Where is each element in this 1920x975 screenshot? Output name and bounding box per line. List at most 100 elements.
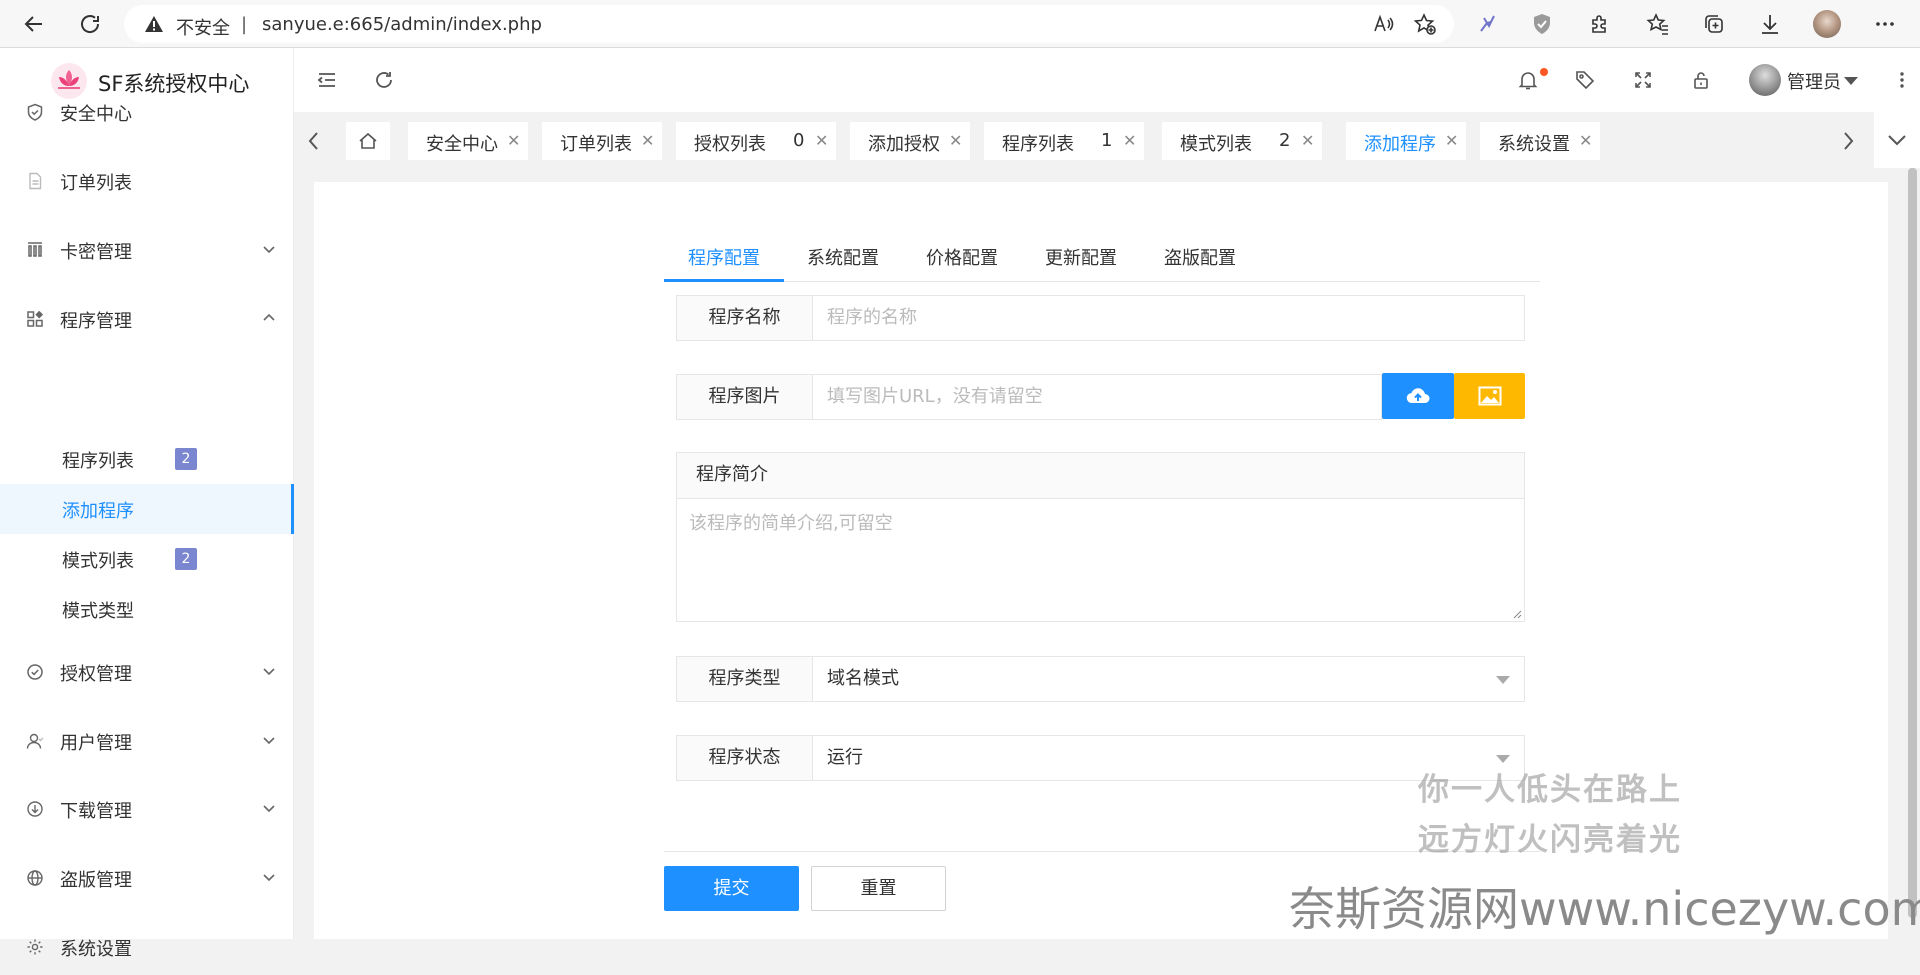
form-tabs: 程序配置 系统配置 价格配置 更新配置 盗版配置 <box>664 230 1540 282</box>
tab-system-config[interactable]: 系统配置 <box>807 244 879 270</box>
read-aloud-icon[interactable] <box>1372 13 1394 35</box>
sidebar-item-security-center[interactable]: 安全中心 <box>0 84 294 140</box>
submit-button[interactable]: 提交 <box>664 866 799 911</box>
tab-add-program[interactable]: 添加程序 ✕ <box>1346 122 1466 160</box>
back-arrow-icon[interactable] <box>22 12 46 36</box>
apps-icon <box>26 310 44 328</box>
sidebar-item-card-management[interactable]: 卡密管理 <box>0 222 294 278</box>
more-vertical-icon[interactable] <box>1891 69 1913 91</box>
sidebar-item-label: 盗版管理 <box>60 870 132 891</box>
gear-icon <box>26 938 44 956</box>
refresh-icon[interactable] <box>373 69 395 91</box>
tab-order-list[interactable]: 订单列表 ✕ <box>542 122 662 160</box>
profile-avatar[interactable] <box>1813 10 1841 38</box>
document-icon <box>26 172 44 190</box>
tag-icon[interactable] <box>1574 69 1596 91</box>
tabs-prev-icon[interactable] <box>308 131 320 151</box>
bell-icon[interactable] <box>1517 69 1539 91</box>
url-text[interactable]: sanyue.e:665/admin/index.php <box>262 14 542 35</box>
program-image-placeholder: 填写图片URL，没有请留空 <box>827 386 1043 407</box>
tab-label: 系统设置 <box>1498 134 1570 155</box>
avatar[interactable] <box>1749 64 1781 96</box>
sidebar-subitem-mode-type[interactable]: 模式类型 <box>0 584 294 634</box>
program-image-input[interactable]: 填写图片URL，没有请留空 <box>812 374 1382 420</box>
tab-program-list[interactable]: 程序列表 1 ✕ <box>984 122 1144 160</box>
sidebar-item-user-management[interactable]: 用户管理 <box>0 713 294 769</box>
sidebar-subitem-add-program[interactable]: 添加程序 <box>0 484 294 534</box>
tab-security-center[interactable]: 安全中心 ✕ <box>408 122 528 160</box>
notification-dot <box>1540 68 1548 76</box>
close-icon[interactable]: ✕ <box>641 131 654 150</box>
grid-icon <box>26 241 44 259</box>
count-badge: 2 <box>175 448 197 470</box>
collections-icon[interactable] <box>1702 12 1726 36</box>
fullscreen-icon[interactable] <box>1632 69 1654 91</box>
sidebar-item-piracy-management[interactable]: 盗版管理 <box>0 850 294 906</box>
insecure-label: 不安全 <box>176 18 230 39</box>
download-icon <box>26 800 44 818</box>
program-intro-label: 程序简介 <box>677 453 1524 499</box>
sidebar-item-program-management[interactable]: 程序管理 <box>0 291 294 347</box>
sidebar-subitem-mode-list[interactable]: 模式列表 2 <box>0 534 294 584</box>
scrollbar-thumb[interactable] <box>1908 168 1917 918</box>
close-icon[interactable]: ✕ <box>1445 131 1458 150</box>
close-icon[interactable]: ✕ <box>1301 131 1314 150</box>
program-intro-textarea[interactable]: 该程序的简单介绍,可留空 <box>677 499 1524 545</box>
tab-system-settings[interactable]: 系统设置 ✕ <box>1480 122 1600 160</box>
sidebar-item-system-settings[interactable]: 系统设置 <box>0 919 294 975</box>
sidebar-item-label: 用户管理 <box>60 733 132 754</box>
address-bar[interactable]: 不安全 | sanyue.e:665/admin/index.php <box>124 5 1454 43</box>
program-intro-placeholder: 该程序的简单介绍,可留空 <box>689 513 893 534</box>
tab-label: 模式列表 <box>1180 134 1252 155</box>
tab-price-config[interactable]: 价格配置 <box>926 244 998 270</box>
program-name-label: 程序名称 <box>676 295 813 341</box>
program-name-input[interactable]: 程序的名称 <box>812 295 1525 341</box>
tab-update-config[interactable]: 更新配置 <box>1045 244 1117 270</box>
collapse-menu-icon[interactable] <box>316 69 338 91</box>
downloads-icon[interactable] <box>1758 12 1782 36</box>
extension-hand-icon[interactable] <box>1476 12 1500 36</box>
tabs-dropdown-button[interactable] <box>1874 112 1920 168</box>
tab-label: 授权列表 <box>694 134 766 155</box>
favorites-icon[interactable] <box>1646 12 1670 36</box>
warning-icon[interactable] <box>144 15 164 33</box>
tab-piracy-config[interactable]: 盗版配置 <box>1164 244 1236 270</box>
sidebar-subitem-label: 添加程序 <box>62 501 134 522</box>
user-name[interactable]: 管理员 <box>1787 68 1841 94</box>
count-badge: 2 <box>175 548 197 570</box>
program-status-value: 运行 <box>827 747 863 768</box>
program-name-row: 程序名称 程序的名称 <box>676 295 1525 341</box>
close-icon[interactable]: ✕ <box>815 131 828 150</box>
tab-program-config[interactable]: 程序配置 <box>688 244 760 270</box>
caret-down-icon[interactable] <box>1844 77 1858 85</box>
favorite-add-icon[interactable] <box>1414 13 1436 35</box>
lock-icon[interactable] <box>1690 69 1712 91</box>
shield-icon <box>26 103 44 121</box>
close-icon[interactable]: ✕ <box>1123 131 1136 150</box>
tab-home[interactable] <box>346 122 390 160</box>
upload-image-button[interactable] <box>1382 373 1454 419</box>
tab-auth-list[interactable]: 授权列表 0 ✕ <box>676 122 836 160</box>
lyric-line: 你一人低头在路上 <box>1418 772 1682 808</box>
close-icon[interactable]: ✕ <box>949 131 962 150</box>
tab-add-auth[interactable]: 添加授权 ✕ <box>850 122 970 160</box>
sidebar-item-order-list[interactable]: 订单列表 <box>0 153 294 209</box>
program-type-select[interactable]: 域名模式 <box>812 656 1525 702</box>
close-icon[interactable]: ✕ <box>1579 131 1592 150</box>
select-image-button[interactable] <box>1454 373 1525 419</box>
reset-button[interactable]: 重置 <box>811 866 946 911</box>
tab-mode-list[interactable]: 模式列表 2 ✕ <box>1162 122 1322 160</box>
resize-handle-icon[interactable] <box>1512 609 1522 619</box>
more-options-icon[interactable] <box>1873 12 1897 36</box>
sidebar-subitem-program-list[interactable]: 程序列表 2 <box>0 434 294 484</box>
shield-extension-icon[interactable] <box>1530 12 1554 36</box>
close-icon[interactable]: ✕ <box>507 131 520 150</box>
sidebar-item-label: 授权管理 <box>60 664 132 685</box>
tabs-next-icon[interactable] <box>1842 131 1854 151</box>
scrollbar[interactable] <box>1905 168 1920 939</box>
extensions-puzzle-icon[interactable] <box>1588 12 1612 36</box>
chevron-down-icon <box>262 664 276 678</box>
sidebar-item-download-management[interactable]: 下载管理 <box>0 781 294 837</box>
reload-icon[interactable] <box>78 12 102 36</box>
sidebar-item-auth-management[interactable]: 授权管理 <box>0 644 294 700</box>
